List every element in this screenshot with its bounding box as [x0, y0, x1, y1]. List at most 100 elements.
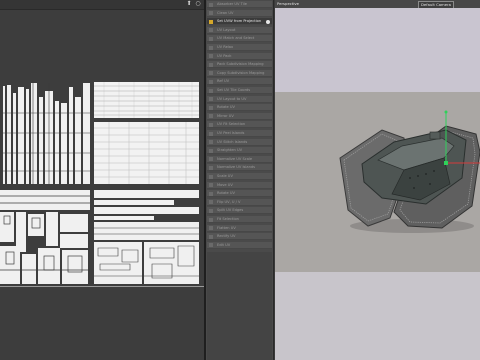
item-checkbox[interactable] — [209, 105, 213, 110]
item-checkbox[interactable] — [209, 36, 213, 41]
modifier-stack-item[interactable]: Scale UV — [207, 173, 272, 180]
modifier-stack-item[interactable]: Copy Subdivision Mapping — [207, 69, 272, 77]
item-checkbox[interactable] — [209, 28, 213, 33]
modifier-stack-item[interactable]: Absorber UV Tile — [207, 1, 272, 8]
modifier-stack-item-label: Split UV Edges — [217, 208, 244, 213]
modifier-stack-item[interactable]: Set UV Tile Coords — [207, 87, 272, 94]
modifier-stack-item-label: Pack Subdivision Mapping — [217, 62, 264, 67]
modifier-stack-item[interactable]: Rotate UV — [207, 104, 272, 112]
modifier-stack-item-label: Mirror UV — [217, 113, 234, 118]
modifier-stack-item-label: UV Layout — [217, 27, 236, 32]
modifier-stack-item[interactable]: Normalize UV Scale — [207, 155, 272, 163]
view-name-label[interactable]: Perspective — [275, 1, 301, 7]
pin-icon[interactable]: ⬆ — [186, 1, 192, 7]
modifier-stack-item[interactable]: Normalize UV Islands — [207, 164, 272, 172]
item-checkbox[interactable] — [209, 157, 213, 162]
item-checkbox[interactable] — [209, 208, 213, 213]
item-checkbox[interactable] — [209, 174, 213, 179]
uv-island-middle-right[interactable] — [94, 122, 199, 184]
item-checkbox[interactable] — [209, 97, 213, 102]
item-checkbox[interactable] — [209, 226, 213, 231]
modifier-stack-item[interactable]: Rectify UV — [207, 233, 272, 241]
item-checkbox[interactable] — [209, 88, 213, 93]
modifier-stack-item[interactable]: UV Fit Selection — [207, 121, 272, 129]
viewport-lower-background — [275, 272, 480, 360]
modifier-stack-item[interactable]: Move UV — [207, 181, 272, 189]
item-checkbox[interactable] — [209, 114, 213, 119]
modifier-stack-item[interactable]: UV Layout to UV — [207, 95, 272, 103]
modifier-stack-empty-area — [207, 252, 272, 360]
gizmo-y-handle[interactable] — [444, 110, 448, 114]
modifier-stack-item[interactable]: Fit Selection — [207, 216, 272, 223]
modifier-stack-item-label: Ref UV — [217, 79, 230, 84]
item-checkbox[interactable] — [209, 140, 213, 145]
modifier-stack-panel[interactable]: Absorber UV Tile Clean UV Set UVW from Pro… — [206, 0, 274, 360]
modifier-stack-item[interactable]: Split UV Edges — [207, 207, 272, 215]
item-checkbox[interactable] — [209, 62, 213, 67]
uv-editor-divider — [0, 286, 204, 287]
item-checkbox[interactable] — [209, 79, 213, 84]
modifier-stack-item[interactable]: UV Relax — [207, 44, 272, 51]
modifier-stack-item[interactable]: Rotate UV — [207, 190, 272, 198]
modifier-stack-item-label: Rotate UV — [217, 191, 235, 196]
tank-cupola — [429, 131, 441, 140]
uv-island-top-right-grid — [94, 82, 199, 118]
modifier-stack-item[interactable]: UV Stitch Islands — [207, 138, 272, 146]
modifier-stack-item[interactable]: Set UVW from Projection — [207, 18, 272, 26]
modifier-stack-item-label: UV Relax — [217, 45, 234, 49]
item-checkbox[interactable] — [209, 45, 213, 50]
uv-editor-panel[interactable]: ⬆ ○ — [0, 0, 204, 360]
item-checkbox[interactable] — [209, 200, 213, 205]
modifier-stack-item-label: Flip UV, U / V — [217, 199, 241, 204]
item-checkbox[interactable] — [209, 165, 213, 170]
uv-island-top-left[interactable] — [3, 83, 90, 184]
modifier-stack-item[interactable]: UV Match and Select — [207, 35, 272, 43]
modifier-stack-item[interactable]: Ref UV — [207, 78, 272, 86]
gizmo-center-handle[interactable] — [444, 161, 448, 165]
modifier-stack-item-label: Absorber UV Tile — [217, 2, 247, 6]
viewport-background — [275, 8, 480, 92]
uv-island-bottom-right-shells — [94, 190, 199, 284]
modifier-stack-item[interactable]: Flatten UV — [207, 224, 272, 232]
item-checkbox[interactable] — [209, 148, 213, 153]
item-checkbox[interactable] — [209, 183, 213, 188]
tank-model[interactable] — [334, 108, 480, 238]
item-checkbox[interactable] — [209, 11, 213, 16]
modifier-stack-item[interactable]: Flip UV, U / V — [207, 198, 272, 206]
modifier-stack-item[interactable]: Straighten UV — [207, 147, 272, 155]
modifier-stack-item[interactable]: UV Layout — [207, 26, 272, 34]
item-checkbox[interactable] — [209, 191, 213, 196]
item-checkbox[interactable] — [209, 54, 213, 59]
modifier-stack-item[interactable]: Clean UV — [207, 9, 272, 17]
modifier-stack-item-label: Flatten UV — [217, 225, 236, 230]
uv-editor-toolbar: ⬆ ○ — [0, 0, 204, 10]
modifier-stack-item-label: Normalize UV Scale — [217, 156, 253, 161]
modifier-stack-item-label: Fit Selection — [217, 217, 239, 221]
modifier-stack-item-label: Normalize UV Islands — [217, 165, 256, 170]
modifier-stack-item[interactable]: Pack Subdivision Mapping — [207, 61, 272, 69]
modifier-stack-item-label: UV Match and Select — [217, 36, 255, 41]
uv-island-bottom-left[interactable] — [0, 190, 90, 284]
item-checkbox[interactable] — [209, 217, 213, 222]
modifier-stack-item[interactable]: Mirror UV — [207, 112, 272, 120]
modifier-stack-item-label: Straighten UV — [217, 148, 243, 153]
modifier-stack-item-label: Set UVW from Projection — [217, 19, 262, 24]
modifier-stack-item[interactable]: UV Pack — [207, 52, 272, 60]
active-indicator-icon — [266, 19, 270, 24]
modifier-stack-item[interactable]: UV Peel Islands — [207, 130, 272, 137]
modifier-stack-item-label: UV Layout to UV — [217, 96, 247, 101]
modifier-stack-item-label: Rotate UV — [217, 105, 235, 110]
modifier-stack-item[interactable]: Edit UV — [207, 241, 272, 249]
uv-island-bottom-right[interactable] — [94, 190, 199, 284]
uv-island-top-right[interactable] — [94, 82, 199, 118]
viewport-3d[interactable]: Perspective Default Camera — [275, 0, 480, 360]
circle-icon[interactable]: ○ — [195, 1, 201, 7]
item-checkbox[interactable] — [209, 71, 213, 76]
item-checkbox[interactable] — [209, 234, 213, 239]
item-checkbox[interactable] — [209, 243, 213, 248]
item-checkbox[interactable] — [209, 131, 213, 136]
item-checkbox[interactable] — [209, 19, 213, 24]
item-checkbox[interactable] — [209, 122, 213, 127]
item-checkbox[interactable] — [209, 2, 213, 7]
modifier-stack-item-label: UV Peel Islands — [217, 131, 245, 135]
